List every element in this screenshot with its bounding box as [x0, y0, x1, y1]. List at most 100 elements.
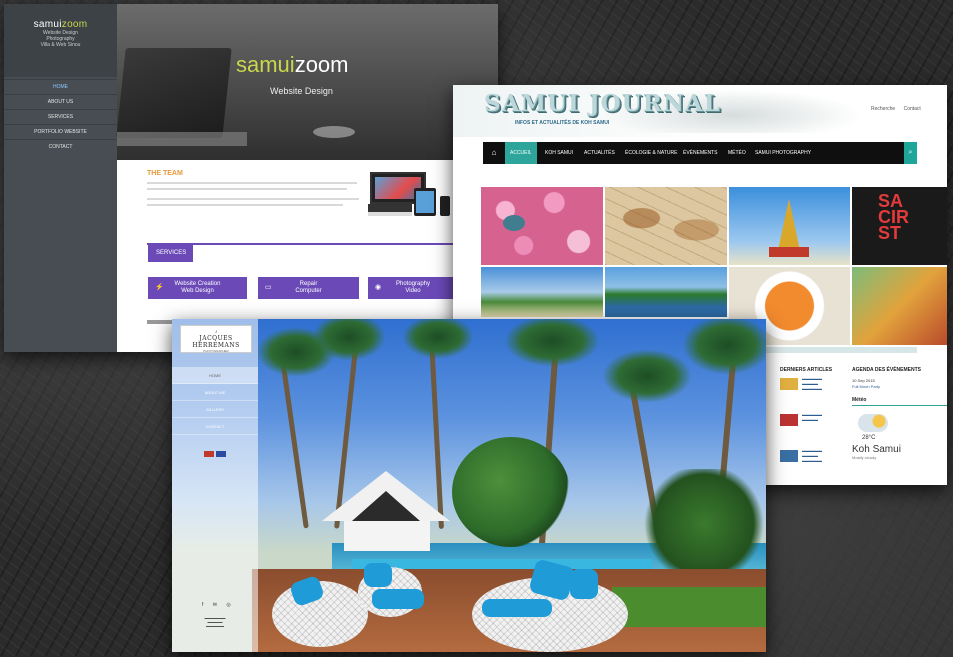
nav-item-meteo[interactable]: MÉTÉO [728, 142, 746, 164]
section-title: THE TEAM [147, 170, 183, 177]
footer-text-lines: ▬▬▬▬▬▬▬ ▬▬▬▬▬ ▬▬▬▬▬▬ [204, 616, 226, 628]
search-icon[interactable]: ⌕ [904, 142, 917, 164]
article-thumbnail [780, 450, 798, 462]
home-icon[interactable]: ⌂ [485, 142, 503, 164]
tagline-line: Villa & Web Sinou [40, 42, 81, 48]
sidebar-item-about-us[interactable]: ABOUT US [4, 94, 117, 109]
agenda-heading: AGENDA DES ÉVÈNEMENTS [852, 367, 921, 373]
bolt-icon: ⚡ [155, 284, 164, 291]
gallery-tile-market[interactable] [852, 267, 947, 345]
palm-crown [312, 319, 386, 361]
text-line [147, 204, 343, 206]
text-line [147, 198, 359, 200]
devices-image [368, 172, 452, 218]
sidebar-item-home[interactable]: HOME [172, 367, 258, 384]
laptop-base-image [117, 132, 247, 146]
weather-heading: Météo [852, 397, 947, 406]
pavilion-roof-shadow-image [352, 491, 420, 521]
pavilion-image [344, 521, 430, 551]
main-nav: ⌂ ACCUEIL KOH SAMUI ACTUALITÉS ÉCOLOGIE … [483, 142, 917, 164]
lawn-image [612, 587, 766, 627]
gallery-tile-sign[interactable]: SA CIR ST [852, 187, 947, 265]
laptop-image [116, 48, 232, 138]
flag-icon[interactable] [216, 451, 226, 457]
laptop-icon: ▭ [265, 284, 272, 291]
text-line [147, 320, 175, 324]
palm-trunk [280, 359, 309, 529]
list-item[interactable]: ▬▬▬▬▬ ▬▬▬▬ ▬▬▬▬▬ [780, 376, 850, 412]
samuizoom-screenshot: samuizoom Website Design Photography Vil… [4, 4, 498, 352]
sidebar: J JACQUES HERREMANS PHOTOGRAPHER HOME AB… [172, 319, 258, 652]
recent-articles: DERNIERS ARTICLES ▬▬▬▬▬ ▬▬▬▬ ▬▬▬▬▬ ▬▬▬▬▬ ▬▬… [780, 367, 850, 484]
logo-monogram: J [215, 329, 217, 334]
sidebar-item-gallery[interactable]: GALLERY [172, 401, 258, 418]
service-label: Repair Computer [295, 281, 322, 294]
sidebar-item-services[interactable]: SERVICES [4, 109, 117, 124]
sidebar-item-about-me[interactable]: ABOUT ME [172, 384, 258, 401]
temperature: 28°C [862, 435, 876, 441]
hero-banner: samuizoom Website Design [116, 4, 498, 160]
nav-item-samui-photography[interactable]: SAMUI PHOTOGRAPHY [755, 142, 811, 164]
gallery-tile-pagoda[interactable] [729, 187, 850, 265]
gallery-tile-map[interactable] [605, 187, 727, 265]
cushion-image [482, 599, 552, 617]
nav-item-koh-samui[interactable]: KOH SAMUI [545, 142, 573, 164]
gallery-tile-island[interactable] [605, 267, 727, 317]
laptop-icon [368, 204, 412, 216]
hero-title: samuizoom [236, 52, 349, 77]
cloud-sun-icon [858, 414, 888, 432]
camera-icon: ◉ [375, 284, 382, 291]
top-links: Recherche Contact [871, 106, 928, 112]
bird-image [503, 215, 525, 231]
logo[interactable]: J JACQUES HERREMANS PHOTOGRAPHER [180, 325, 252, 353]
search-link[interactable]: Recherche [871, 106, 895, 112]
site-title[interactable]: SAMUI JOURNAL [484, 90, 721, 117]
sidebar: samuizoom Website Design Photography Vil… [4, 4, 117, 352]
service-button-photo[interactable]: ◉ Photography Video [368, 277, 458, 299]
logo-subtitle: PHOTOGRAPHER [203, 349, 229, 353]
list-item[interactable]: ▬▬▬▬▬ ▬▬▬▬ ▬▬▬▬▬ [780, 448, 850, 484]
service-button-web[interactable]: ⚡ Website Creation Web Design [148, 277, 247, 299]
sidebar-item-portfolio[interactable]: PORTFOLIO WEBSITE [4, 124, 117, 139]
nav-item-ecologie[interactable]: ÉCOLOGIE & NATURE [625, 142, 677, 164]
weather-city: Koh Samui [852, 444, 901, 455]
gallery-tile-beach[interactable] [481, 267, 603, 317]
bush-image [642, 469, 766, 579]
article-thumbnail [780, 414, 798, 426]
logo-text: samuizoom [33, 19, 88, 30]
palm-crown [682, 319, 766, 375]
gallery-tile-flowers[interactable] [481, 187, 603, 265]
sign-image: SA CIR ST [878, 191, 909, 243]
language-flags [204, 451, 226, 459]
social-icons[interactable]: f ✉ ◎ [202, 602, 235, 608]
divider [147, 243, 498, 245]
nav-item-accueil[interactable]: ACCUEIL [505, 142, 537, 164]
text-line [147, 182, 357, 184]
list-item[interactable]: ▬▬▬▬▬ ▬▬▬▬ [780, 412, 850, 448]
cup-image [313, 126, 355, 138]
cushion-image [372, 589, 424, 609]
cushion-image [364, 563, 392, 587]
flag-icon[interactable] [204, 451, 214, 457]
recent-articles-heading: DERNIERS ARTICLES [780, 367, 833, 373]
article-title-lines: ▬▬▬▬▬ ▬▬▬▬ ▬▬▬▬▬ [802, 448, 822, 463]
contact-link[interactable]: Contact [904, 106, 921, 112]
article-title-lines: ▬▬▬▬▬ ▬▬▬▬ [802, 412, 822, 422]
nav-item-actualites[interactable]: ACTUALITÉS [584, 142, 615, 164]
palm-crown [402, 319, 474, 359]
header: SAMUI JOURNAL INFOS ET ACTUALITÉS DE KOH… [453, 85, 947, 137]
sidebar-item-home[interactable]: HOME [4, 79, 117, 94]
nav-item-evenements[interactable]: ÉVÈNEMENTS [683, 142, 717, 164]
event-link[interactable]: Full Moon Party [852, 384, 947, 389]
service-button-repair[interactable]: ▭ Repair Computer [258, 277, 359, 299]
jacques-herremans-screenshot: J JACQUES HERREMANS PHOTOGRAPHER HOME AB… [172, 319, 766, 652]
pagoda-base-image [769, 247, 809, 257]
palm-crown [602, 349, 692, 403]
phone-icon [440, 196, 450, 216]
sidebar-item-contact[interactable]: CONTACT [172, 418, 258, 435]
sidebar-item-contact[interactable]: CONTACT [4, 139, 117, 154]
weather-condition: Mostly cloudy [852, 455, 877, 460]
sidebar-widgets: AGENDA DES ÉVÈNEMENTS 10 Sep 2015 Full M… [852, 367, 947, 460]
logo[interactable]: samuizoom Website Design Photography Vil… [4, 4, 117, 77]
article-title-lines: ▬▬▬▬▬ ▬▬▬▬ ▬▬▬▬▬ [802, 376, 822, 391]
